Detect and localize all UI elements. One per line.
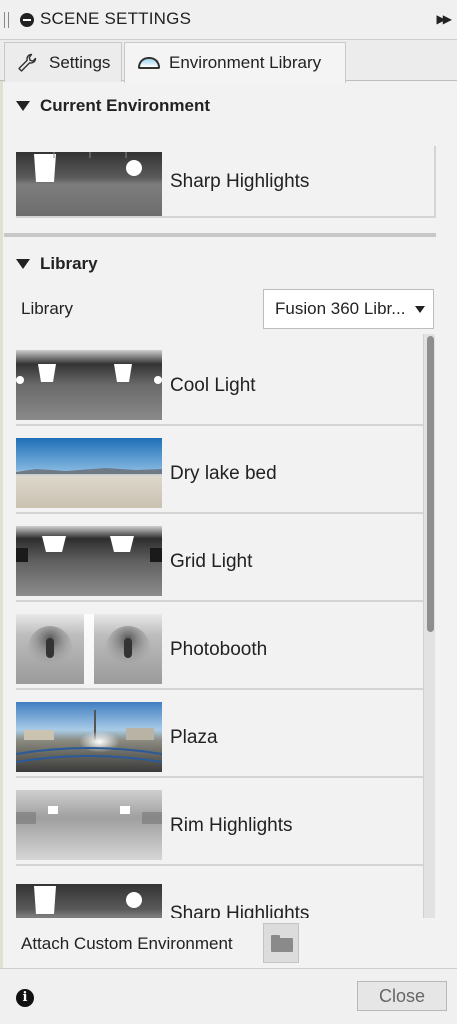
environment-list: Cool Light Dry lake bed Grid Light Photo… [0,340,436,918]
tab-settings[interactable]: Settings [4,42,122,82]
panel-title: SCENE SETTINGS [40,9,192,28]
environment-thumbnail [16,878,162,918]
current-environment-header[interactable]: Current Environment [16,96,210,116]
dropdown-arrow-icon [415,306,425,313]
environment-name: Photobooth [170,639,268,660]
environment-name: Cool Light [170,375,256,396]
environment-thumbnail [16,526,162,596]
environment-thumbnail [16,146,162,216]
environment-name: Rim Highlights [170,815,293,836]
environment-thumbnail [16,438,162,508]
tab-environment-library[interactable]: Environment Library [124,42,346,83]
list-item-plaza[interactable]: Plaza [16,692,434,778]
list-item-dry-lake-bed[interactable]: Dry lake bed [16,428,434,514]
scrollbar-thumb[interactable] [427,336,434,632]
environment-name: Sharp Highlights [170,903,310,918]
dome-icon [135,51,161,75]
current-environment-name: Sharp Highlights [170,171,310,192]
expand-panel-icon[interactable]: ▶▶ [437,12,453,26]
section-divider[interactable] [4,233,436,237]
drag-grip-icon[interactable] [4,12,9,28]
expand-triangle-icon [16,101,30,111]
list-item-cool-light[interactable]: Cool Light [16,340,434,426]
environment-name: Dry lake bed [170,463,277,484]
environment-thumbnail [16,614,162,684]
wrench-icon [15,51,41,75]
list-item-grid-light[interactable]: Grid Light [16,516,434,602]
tab-bar: Settings Environment Library [0,40,457,83]
panel-title-bar: SCENE SETTINGS ▶▶ [0,0,457,40]
attach-custom-environment-label: Attach Custom Environment [21,934,233,953]
environment-name: Plaza [170,727,218,748]
library-header[interactable]: Library [16,254,98,274]
list-item-rim-highlights[interactable]: Rim Highlights [16,780,434,866]
collapse-icon[interactable] [20,13,34,27]
current-environment-card[interactable]: Sharp Highlights [16,146,436,218]
current-environment-heading: Current Environment [40,96,211,115]
close-button[interactable]: Close [357,981,447,1011]
list-scrollbar[interactable] [423,334,435,918]
environment-thumbnail [16,702,162,772]
environment-name: Grid Light [170,551,253,572]
library-dropdown[interactable]: Fusion 360 Libr... [263,289,434,329]
info-icon[interactable]: i [16,989,34,1007]
list-item-photobooth[interactable]: Photobooth [16,604,434,690]
library-heading: Library [40,254,98,273]
list-item-sharp-highlights[interactable]: Sharp Highlights [16,868,434,918]
tab-settings-label: Settings [49,52,111,72]
library-dropdown-value: Fusion 360 Libr... [275,299,406,318]
tab-environment-library-label: Environment Library [169,53,322,72]
environment-thumbnail [16,350,162,420]
folder-icon [271,935,293,952]
expand-triangle-icon [16,259,30,269]
browse-folder-button[interactable] [263,923,299,963]
library-select-label: Library [21,299,73,318]
panel-footer: i Close [0,968,457,1024]
environment-thumbnail [16,790,162,860]
